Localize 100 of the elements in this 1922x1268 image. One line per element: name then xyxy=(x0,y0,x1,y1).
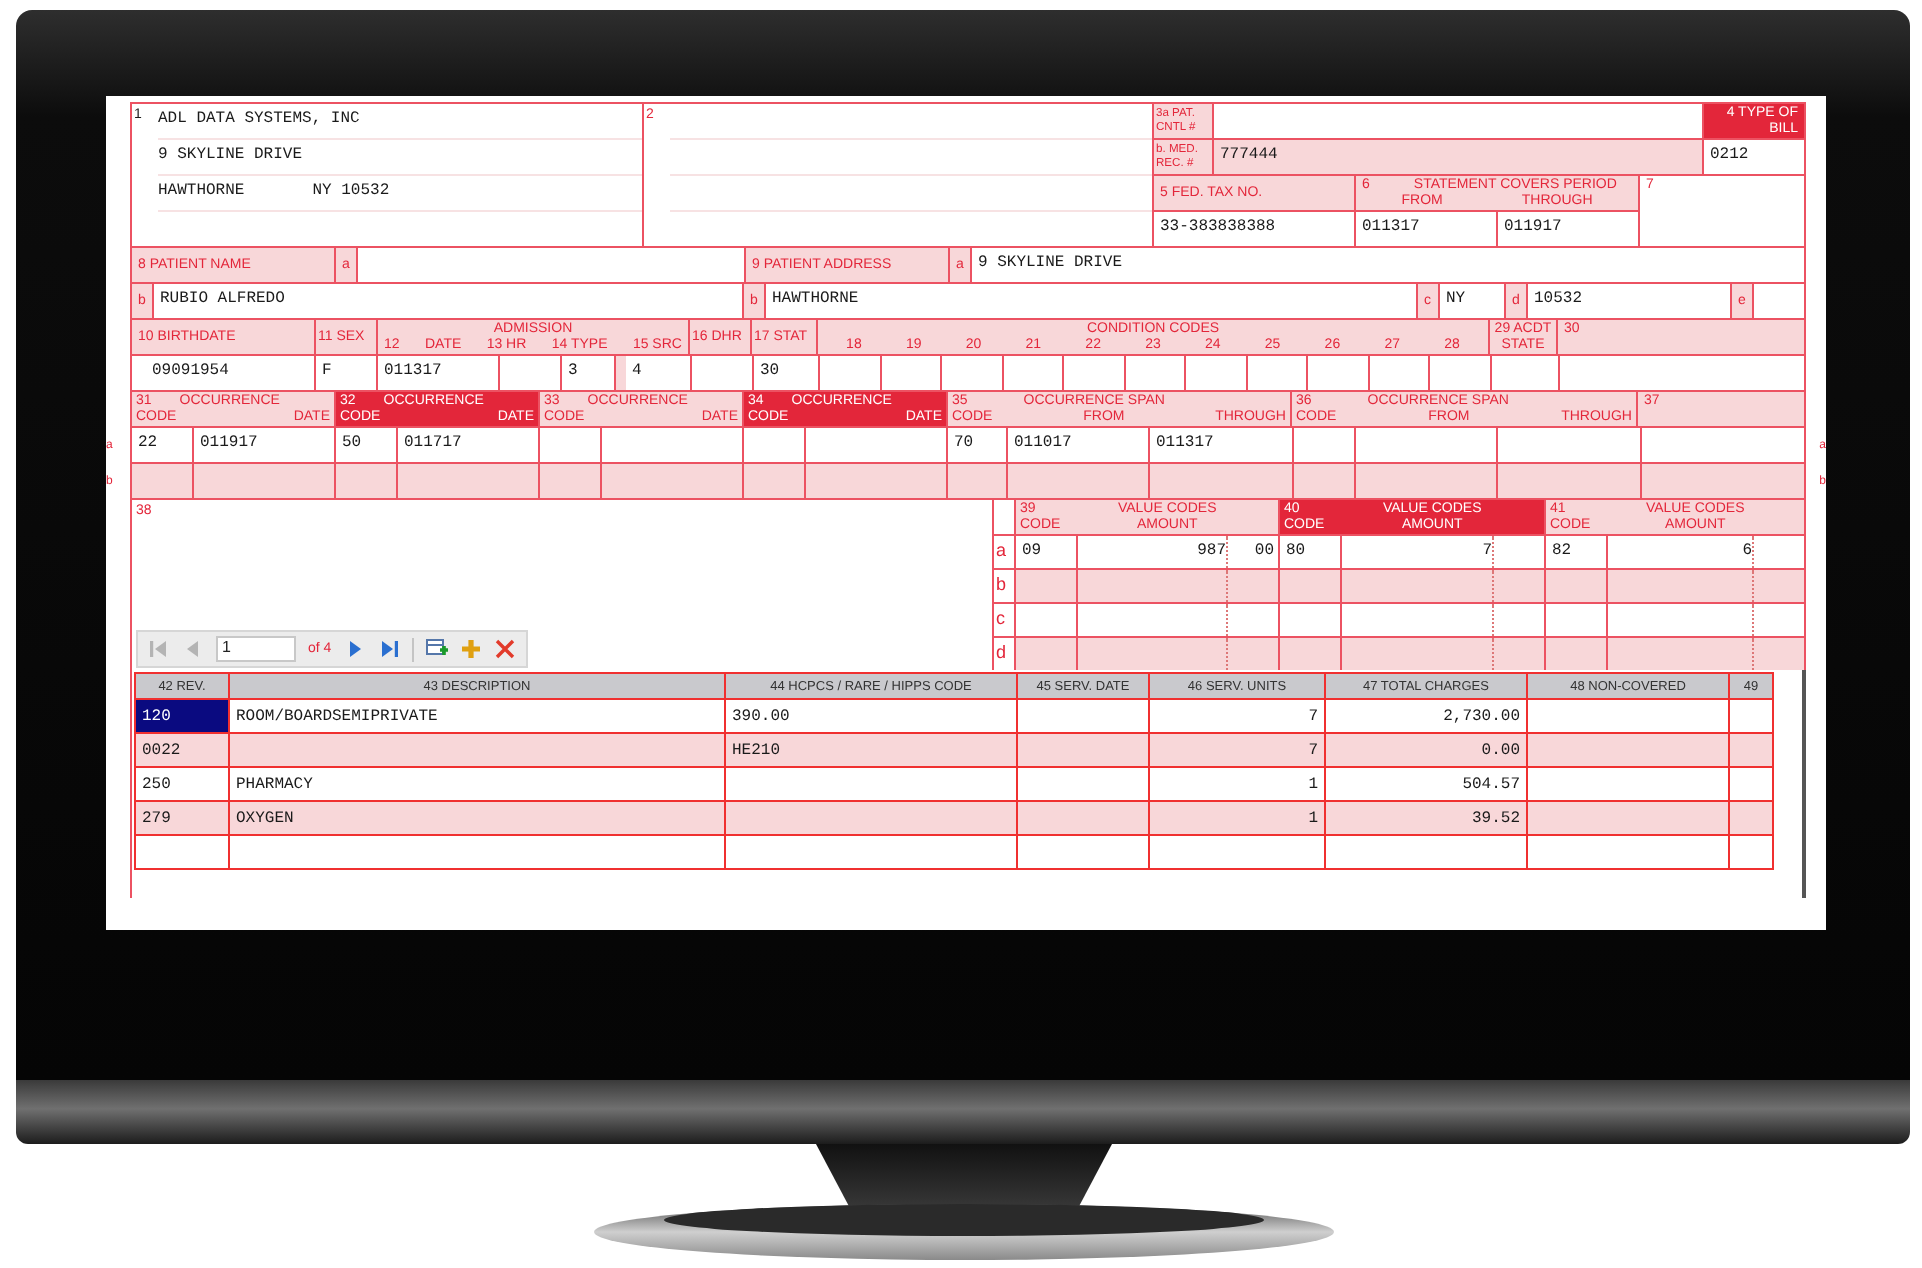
input-field[interactable] xyxy=(1356,428,1496,462)
last-page-icon[interactable] xyxy=(377,638,400,660)
input-field[interactable]: 011017 xyxy=(1008,428,1148,462)
table-cell: 1 xyxy=(1150,768,1324,800)
input-field[interactable] xyxy=(602,464,742,498)
field-value: 6 xyxy=(1742,543,1752,561)
plus-icon[interactable] xyxy=(459,638,482,660)
input-field[interactable] xyxy=(1546,638,1606,670)
input-field[interactable]: RUBIO ALFREDO xyxy=(154,284,742,318)
input-field[interactable] xyxy=(1356,464,1496,498)
input-field[interactable] xyxy=(1214,104,1702,138)
input-field[interactable] xyxy=(820,356,879,390)
input-field[interactable]: 6 xyxy=(1608,536,1804,568)
input-field[interactable] xyxy=(1280,570,1340,602)
input-field[interactable]: 09 xyxy=(1016,536,1076,568)
input-field[interactable] xyxy=(132,464,192,498)
delete-icon[interactable] xyxy=(493,638,516,660)
input-field[interactable]: 011917 xyxy=(1498,212,1638,246)
input-field[interactable]: HAWTHORNE xyxy=(766,284,1416,318)
input-field[interactable] xyxy=(358,248,744,282)
input-field[interactable] xyxy=(1498,464,1640,498)
input-field[interactable] xyxy=(1150,464,1292,498)
input-field[interactable] xyxy=(1294,464,1354,498)
input-field[interactable]: 7 xyxy=(1342,536,1544,568)
input-field[interactable]: 33-383838388 xyxy=(1154,212,1354,246)
input-field[interactable] xyxy=(1294,428,1354,462)
input-field[interactable]: 09091954 xyxy=(132,356,314,390)
input-field[interactable]: 9 SKYLINE DRIVE xyxy=(972,248,1804,282)
input-field[interactable] xyxy=(1430,356,1489,390)
input-field[interactable] xyxy=(1342,570,1544,602)
input-field[interactable] xyxy=(1559,356,1804,390)
input-field[interactable]: 987 00 xyxy=(1078,536,1278,568)
input-field[interactable] xyxy=(1546,570,1606,602)
input-field[interactable] xyxy=(398,464,538,498)
input-field[interactable]: 011317 xyxy=(378,356,498,390)
input-field[interactable] xyxy=(942,356,1001,390)
input-field[interactable]: 10532 xyxy=(1528,284,1730,318)
input-field[interactable]: 3 xyxy=(562,356,614,390)
input-field[interactable] xyxy=(1125,356,1184,390)
input-field[interactable] xyxy=(1280,638,1340,670)
input-field[interactable]: 0212 xyxy=(1704,140,1804,174)
input-field[interactable] xyxy=(1608,638,1804,670)
input-field[interactable]: 80 xyxy=(1280,536,1340,568)
input-field[interactable] xyxy=(602,428,742,462)
input-field[interactable] xyxy=(336,464,396,498)
input-field[interactable] xyxy=(1342,638,1544,670)
input-field[interactable] xyxy=(1498,428,1640,462)
input-field[interactable] xyxy=(1078,570,1278,602)
input-field[interactable]: 011717 xyxy=(398,428,538,462)
input-field[interactable]: F xyxy=(316,356,376,390)
input-field[interactable]: NY xyxy=(1440,284,1504,318)
input-field[interactable] xyxy=(540,464,600,498)
input-field[interactable] xyxy=(948,464,1006,498)
input-field[interactable] xyxy=(1008,464,1148,498)
input-field[interactable] xyxy=(1342,604,1544,636)
input-field[interactable] xyxy=(806,464,946,498)
input-field[interactable]: 777444 xyxy=(1214,140,1702,174)
input-field[interactable] xyxy=(1078,604,1278,636)
input-field[interactable]: 22 xyxy=(132,428,192,462)
input-field[interactable] xyxy=(540,428,600,462)
input-field[interactable] xyxy=(1546,604,1606,636)
input-field[interactable] xyxy=(692,356,752,390)
table-cell xyxy=(1730,802,1772,834)
input-field[interactable]: 50 xyxy=(336,428,396,462)
input-field[interactable] xyxy=(1064,356,1123,390)
input-field[interactable] xyxy=(1280,604,1340,636)
input-field[interactable]: 4 xyxy=(626,356,690,390)
input-field[interactable] xyxy=(1016,570,1076,602)
input-field[interactable] xyxy=(881,356,940,390)
input-field[interactable] xyxy=(1491,356,1557,390)
input-field[interactable] xyxy=(1608,570,1804,602)
input-field[interactable] xyxy=(1308,356,1367,390)
input-field[interactable] xyxy=(1642,428,1804,462)
input-field[interactable]: 70 xyxy=(948,428,1006,462)
previous-page-icon[interactable] xyxy=(182,638,204,660)
input-field[interactable] xyxy=(1369,356,1428,390)
input-field[interactable]: 011317 xyxy=(1150,428,1292,462)
input-field[interactable]: 30 xyxy=(754,356,818,390)
table-cell: 390.00 xyxy=(726,700,1016,732)
input-field[interactable]: 82 xyxy=(1546,536,1606,568)
input-field[interactable]: 011317 xyxy=(1356,212,1496,246)
field-value: 987 xyxy=(1197,543,1226,561)
input-field[interactable] xyxy=(194,464,334,498)
page-number-field[interactable]: 1 xyxy=(216,636,296,662)
first-page-icon[interactable] xyxy=(148,638,170,660)
input-field[interactable] xyxy=(500,356,560,390)
input-field[interactable] xyxy=(1016,604,1076,636)
input-field[interactable] xyxy=(1016,638,1076,670)
input-field[interactable] xyxy=(1754,284,1804,318)
input-field[interactable] xyxy=(1608,604,1804,636)
add-rows-icon[interactable] xyxy=(425,638,448,660)
input-field[interactable] xyxy=(1003,356,1062,390)
input-field[interactable] xyxy=(1186,356,1245,390)
input-field[interactable] xyxy=(1642,464,1804,498)
input-field[interactable] xyxy=(744,428,804,462)
input-field[interactable] xyxy=(806,428,946,462)
input-field[interactable] xyxy=(1078,638,1278,670)
input-field[interactable] xyxy=(744,464,804,498)
input-field[interactable]: 011917 xyxy=(194,428,334,462)
input-field[interactable] xyxy=(1247,356,1306,390)
